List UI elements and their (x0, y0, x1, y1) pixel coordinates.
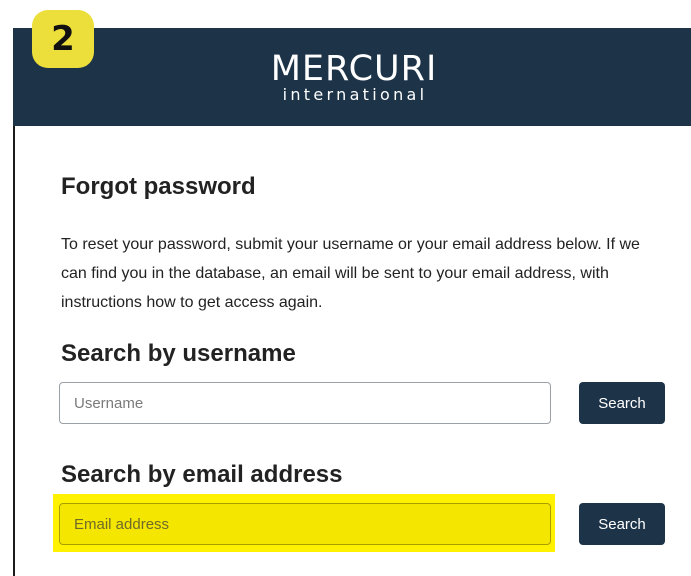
step-number-badge: 2 (32, 10, 94, 68)
mercuri-logo[interactable]: MERCURI international (13, 28, 691, 126)
forgot-password-panel: Forgot password To reset your password, … (13, 126, 691, 576)
email-input[interactable] (59, 503, 551, 545)
search-username-button[interactable]: Search (579, 382, 665, 424)
screenshot-frame: 2 MERCURI international Forgot password … (0, 0, 691, 576)
site-header: MERCURI international (13, 28, 691, 126)
email-section-title: Search by email address (61, 461, 343, 488)
page-title: Forgot password (61, 173, 256, 200)
username-input[interactable] (59, 382, 551, 424)
step-number: 2 (51, 19, 75, 59)
search-email-button[interactable]: Search (579, 503, 665, 545)
logo-subtitle: international (282, 85, 428, 104)
logo-wordmark: MERCURI (270, 49, 438, 89)
username-section-title: Search by username (61, 340, 296, 367)
instructions-text: To reset your password, submit your user… (61, 236, 640, 311)
